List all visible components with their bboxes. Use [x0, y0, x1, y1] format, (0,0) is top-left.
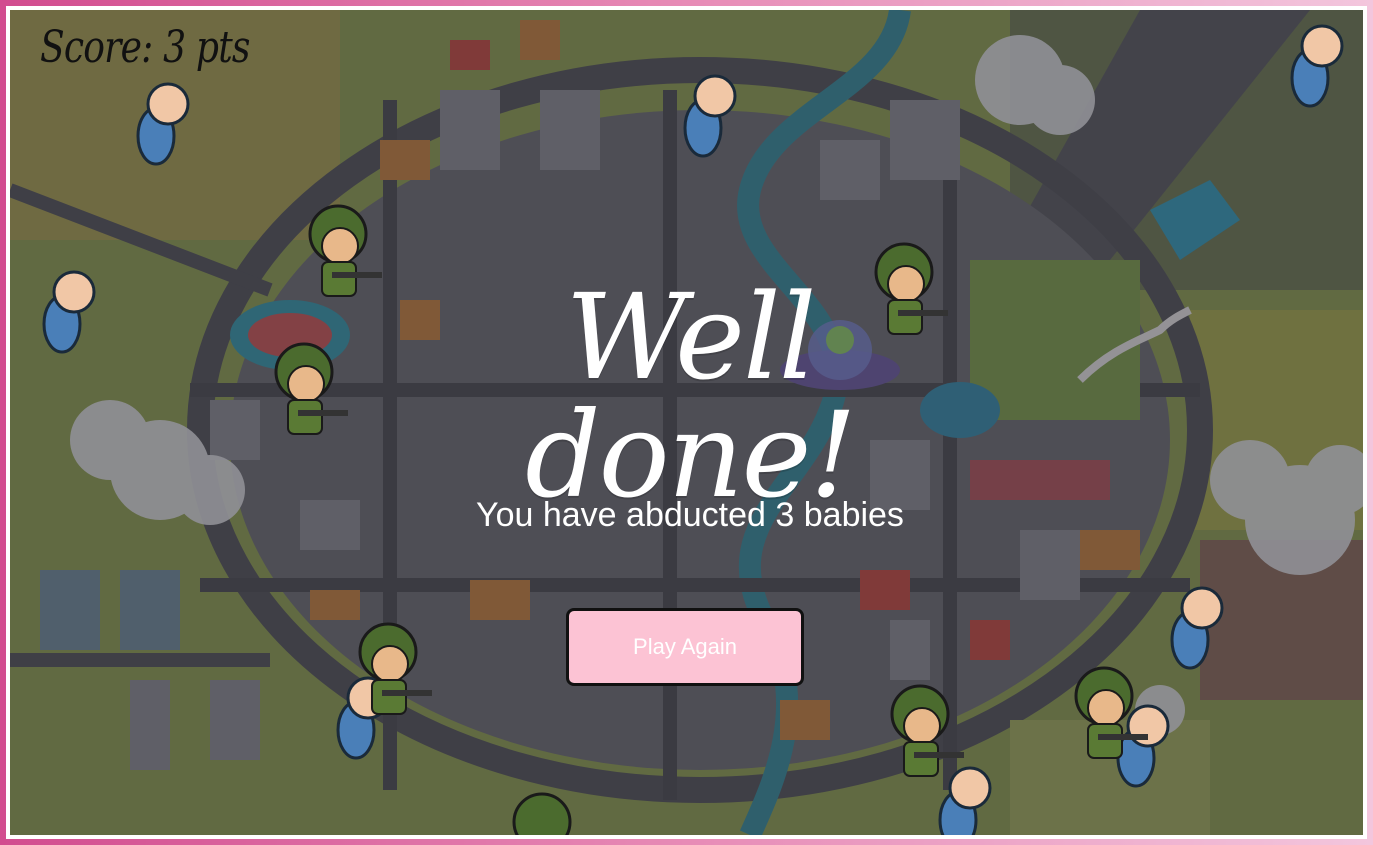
- game-over-title: Well done!: [525, 268, 857, 524]
- baby-sprite: [1290, 24, 1344, 108]
- abduction-summary: You have abducted 3 babies: [476, 496, 904, 534]
- soldier-sprite: [308, 204, 382, 297]
- soldier-sprite: [890, 684, 964, 777]
- soldier-sprite: [512, 792, 572, 835]
- play-again-button[interactable]: Play Again: [566, 608, 804, 686]
- soldier-sprite: [1074, 666, 1148, 759]
- score-display: Score: 3 pts: [40, 22, 250, 73]
- soldier-sprite: [274, 342, 348, 435]
- game-canvas: Score: 3 pts Well done! You have abducte…: [10, 10, 1363, 835]
- game-frame: Score: 3 pts Well done! You have abducte…: [6, 6, 1367, 839]
- baby-sprite: [1170, 586, 1224, 670]
- soldier-sprite: [358, 622, 432, 715]
- baby-sprite: [683, 74, 737, 158]
- baby-sprite: [136, 82, 190, 166]
- baby-sprite: [42, 270, 96, 354]
